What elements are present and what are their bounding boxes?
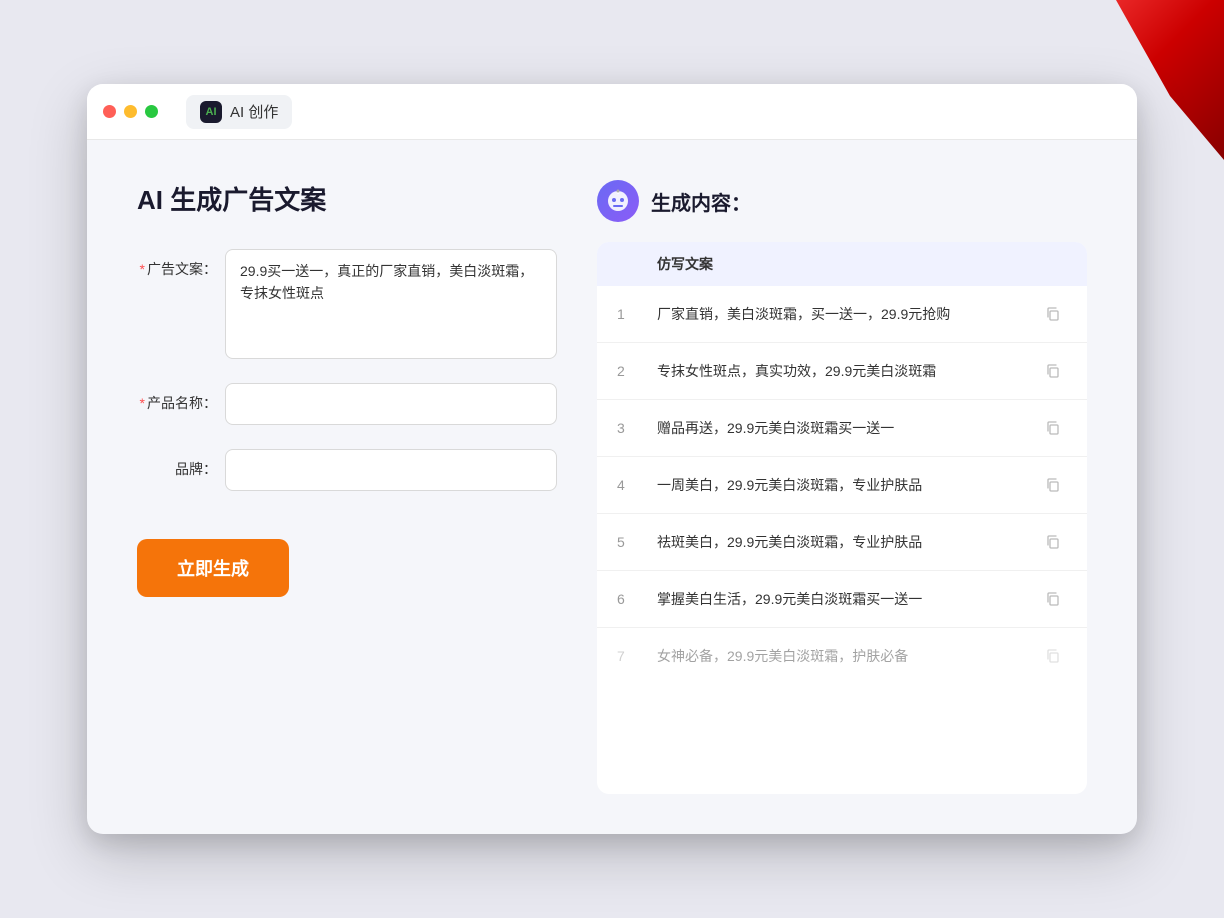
result-item: 5祛斑美白，29.9元美白淡斑霜，专业护肤品 — [597, 514, 1087, 571]
result-number: 6 — [617, 591, 657, 607]
copy-button[interactable] — [1039, 471, 1067, 499]
results-header-row: 仿写文案 — [597, 242, 1087, 286]
results-container: 仿写文案 1厂家直销，美白淡斑霜，买一送一，29.9元抢购 2专抹女性斑点，真实… — [597, 242, 1087, 794]
copy-button[interactable] — [1039, 642, 1067, 670]
result-title: 生成内容： — [651, 187, 751, 216]
robot-icon — [597, 180, 639, 222]
copy-button[interactable] — [1039, 585, 1067, 613]
ai-tab-icon: AI — [200, 101, 222, 123]
result-text: 掌握美白生活，29.9元美白淡斑霜买一送一 — [657, 589, 1039, 610]
product-name-label: *产品名称： — [137, 383, 217, 413]
result-item: 4一周美白，29.9元美白淡斑霜，专业护肤品 — [597, 457, 1087, 514]
generate-button[interactable]: 立即生成 — [137, 539, 289, 597]
active-tab[interactable]: AI AI 创作 — [186, 95, 292, 129]
right-panel: 生成内容： 仿写文案 1厂家直销，美白淡斑霜，买一送一，29.9元抢购 2专抹女… — [597, 180, 1087, 794]
page-title: AI 生成广告文案 — [137, 180, 557, 217]
result-number: 4 — [617, 477, 657, 493]
maximize-button[interactable] — [145, 105, 158, 118]
col-content-header: 仿写文案 — [657, 254, 1035, 274]
result-number: 2 — [617, 363, 657, 379]
robot-svg — [604, 187, 632, 215]
main-content: AI 生成广告文案 *广告文案： 29.9买一送一，真正的厂家直销，美白淡斑霜，… — [87, 140, 1137, 834]
required-star-ad-copy: * — [140, 261, 145, 277]
result-item: 2专抹女性斑点，真实功效，29.9元美白淡斑霜 — [597, 343, 1087, 400]
copy-button[interactable] — [1039, 357, 1067, 385]
product-name-form-group: *产品名称： 美白淡斑霜 — [137, 383, 557, 425]
result-header: 生成内容： — [597, 180, 1087, 222]
result-item: 6掌握美白生活，29.9元美白淡斑霜买一送一 — [597, 571, 1087, 628]
result-text: 厂家直销，美白淡斑霜，买一送一，29.9元抢购 — [657, 304, 1039, 325]
traffic-lights — [103, 105, 158, 118]
tab-title: AI 创作 — [230, 101, 278, 122]
ad-copy-label: *广告文案： — [137, 249, 217, 279]
brand-label: 品牌： — [137, 449, 217, 479]
ad-copy-form-group: *广告文案： 29.9买一送一，真正的厂家直销，美白淡斑霜，专抹女性斑点 — [137, 249, 557, 359]
result-item: 1厂家直销，美白淡斑霜，买一送一，29.9元抢购 — [597, 286, 1087, 343]
brand-input[interactable]: 好白 — [225, 449, 557, 491]
ad-copy-textarea[interactable]: 29.9买一送一，真正的厂家直销，美白淡斑霜，专抹女性斑点 — [225, 249, 557, 359]
result-number: 7 — [617, 648, 657, 664]
minimize-button[interactable] — [124, 105, 137, 118]
results-list: 1厂家直销，美白淡斑霜，买一送一，29.9元抢购 2专抹女性斑点，真实功效，29… — [597, 286, 1087, 684]
left-panel: AI 生成广告文案 *广告文案： 29.9买一送一，真正的厂家直销，美白淡斑霜，… — [137, 180, 557, 794]
result-number: 1 — [617, 306, 657, 322]
copy-button[interactable] — [1039, 528, 1067, 556]
result-text: 专抹女性斑点，真实功效，29.9元美白淡斑霜 — [657, 361, 1039, 382]
result-text: 女神必备，29.9元美白淡斑霜，护肤必备 — [657, 646, 1039, 667]
result-text: 赠品再送，29.9元美白淡斑霜买一送一 — [657, 418, 1039, 439]
result-text: 祛斑美白，29.9元美白淡斑霜，专业护肤品 — [657, 532, 1039, 553]
result-text: 一周美白，29.9元美白淡斑霜，专业护肤品 — [657, 475, 1039, 496]
copy-button[interactable] — [1039, 414, 1067, 442]
result-number: 5 — [617, 534, 657, 550]
browser-window: AI AI 创作 AI 生成广告文案 *广告文案： 29.9买一送一，真正的厂家… — [87, 84, 1137, 834]
result-number: 3 — [617, 420, 657, 436]
result-item: 7女神必备，29.9元美白淡斑霜，护肤必备 — [597, 628, 1087, 684]
required-star-product: * — [140, 395, 145, 411]
brand-form-group: 品牌： 好白 — [137, 449, 557, 491]
close-button[interactable] — [103, 105, 116, 118]
product-name-input[interactable]: 美白淡斑霜 — [225, 383, 557, 425]
copy-button[interactable] — [1039, 300, 1067, 328]
title-bar: AI AI 创作 — [87, 84, 1137, 140]
result-item: 3赠品再送，29.9元美白淡斑霜买一送一 — [597, 400, 1087, 457]
